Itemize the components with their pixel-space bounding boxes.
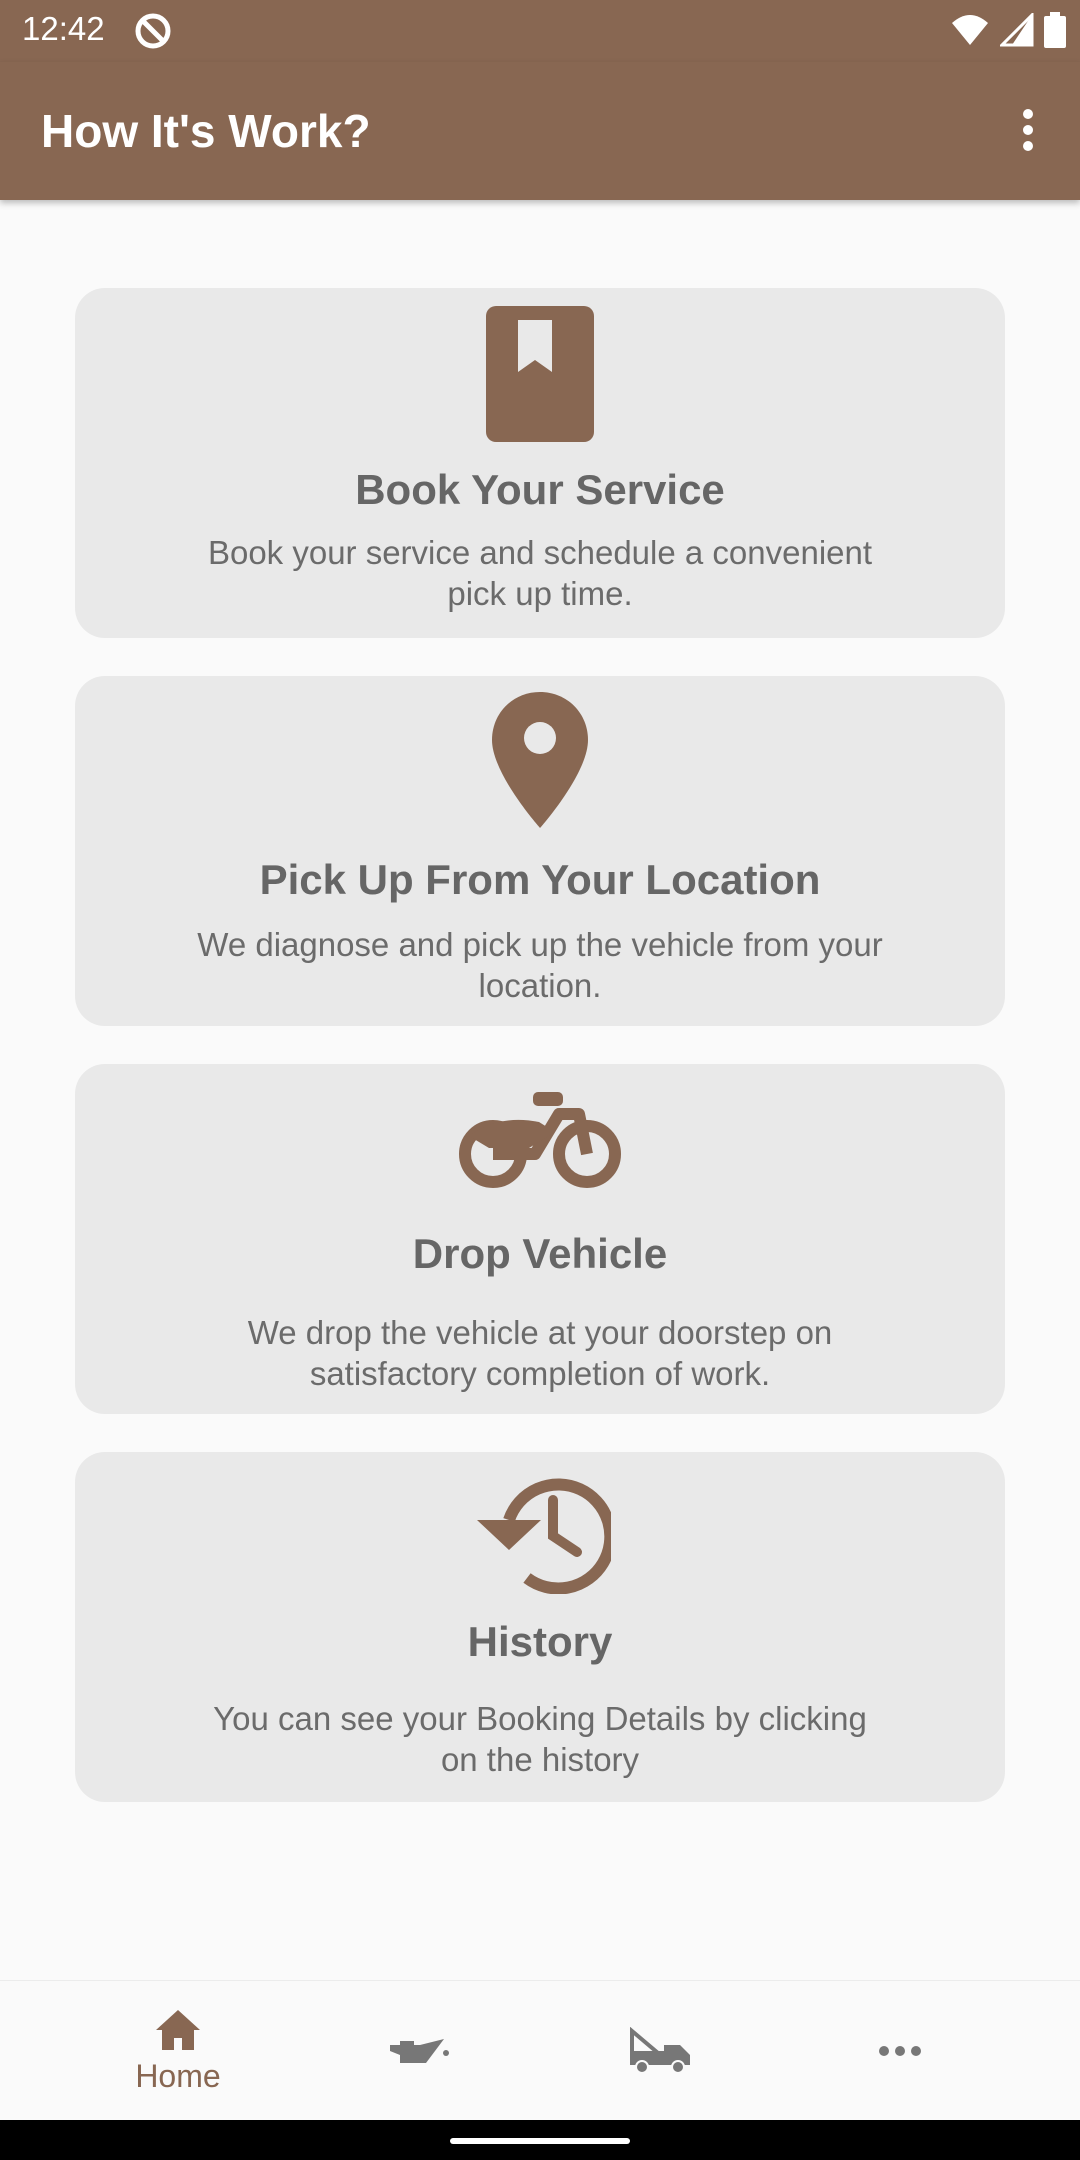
- card-title: Drop Vehicle: [412, 1230, 668, 1277]
- gesture-handle[interactable]: [450, 2138, 630, 2144]
- more-vert-icon: [1023, 109, 1033, 151]
- nav-item-tow[interactable]: [540, 1981, 780, 2121]
- nav-label-home: Home: [135, 2057, 221, 2094]
- signal-icon: [998, 11, 1034, 52]
- nav-item-oil-service[interactable]: [298, 1981, 538, 2121]
- card-book-service[interactable]: Book Your Service Book your service and …: [75, 288, 1005, 638]
- bookmark-book-icon: [75, 306, 1005, 442]
- card-description: We diagnose and pick up the vehicle from…: [197, 926, 883, 1004]
- app-bar: How It's Work?: [0, 62, 1080, 200]
- bottom-navigation: Home: [0, 1980, 1080, 2120]
- page-title: How It's Work?: [41, 105, 371, 157]
- status-bar: 12:42: [0, 0, 1080, 62]
- card-title: History: [467, 1618, 613, 1665]
- card-pick-up[interactable]: Pick Up From Your Location We diagnose a…: [75, 676, 1005, 1026]
- home-icon: [156, 2009, 200, 2050]
- card-description: You can see your Booking Details by clic…: [213, 1700, 867, 1778]
- tow-truck-icon: [630, 2027, 690, 2074]
- more-horiz-icon: [879, 2046, 921, 2056]
- no-disturb-icon: [134, 12, 172, 55]
- oil-can-icon: [390, 2039, 449, 2063]
- card-description: We drop the vehicle at your doorstep on …: [247, 1314, 833, 1392]
- how-it-works-list: Book Your Service Book your service and …: [75, 288, 1005, 1840]
- card-drop-vehicle[interactable]: Drop Vehicle We drop the vehicle at your…: [75, 1064, 1005, 1414]
- motorcycle-icon: [75, 1092, 1005, 1188]
- card-description: Book your service and schedule a conveni…: [207, 534, 873, 612]
- card-history[interactable]: History You can see your Booking Details…: [75, 1452, 1005, 1802]
- battery-icon: [1044, 12, 1066, 53]
- status-time: 12:42: [22, 10, 105, 47]
- history-icon: [75, 1470, 1005, 1594]
- nav-item-more[interactable]: [780, 1981, 1020, 2121]
- nav-item-home[interactable]: Home: [58, 1981, 298, 2121]
- card-title: Book Your Service: [355, 466, 725, 513]
- location-pin-icon: [75, 692, 1005, 828]
- overflow-menu-button[interactable]: [996, 98, 1060, 162]
- card-title: Pick Up From Your Location: [259, 856, 821, 903]
- system-navigation-bar: [0, 2120, 1080, 2160]
- wifi-icon: [950, 13, 990, 52]
